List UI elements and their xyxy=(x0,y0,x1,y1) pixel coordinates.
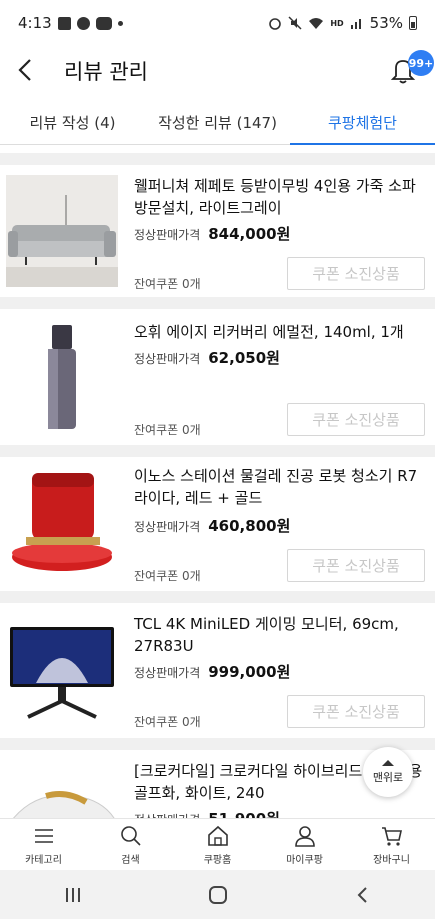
gallery-icon xyxy=(57,16,71,30)
product-card[interactable]: 웰퍼니쳐 제페토 등받이무빙 4인용 가죽 소파 방문설치, 라이트그레이 정상… xyxy=(0,165,435,297)
section-divider xyxy=(0,738,435,750)
product-image-golf-shoe xyxy=(6,760,118,818)
product-image-robot-vacuum xyxy=(6,467,118,579)
nav-label: 장바구니 xyxy=(373,854,410,866)
coupon-soldout-button[interactable]: 쿠폰 소진상품 xyxy=(287,257,425,290)
nav-label: 검색 xyxy=(121,854,140,866)
system-back-icon[interactable] xyxy=(352,884,374,906)
notification-badge: 99+ xyxy=(408,50,434,76)
nav-label: 카테고리 xyxy=(25,854,62,866)
price-row: 정상판매가격 844,000원 xyxy=(134,223,290,244)
nav-cart[interactable]: 장바구니 xyxy=(348,819,435,870)
nav-label: 쿠팡홈 xyxy=(203,854,232,866)
battery-percent: 53% xyxy=(369,14,403,32)
price-label: 정상판매가격 xyxy=(134,520,201,534)
price-label: 정상판매가격 xyxy=(134,352,201,366)
product-image-monitor xyxy=(6,613,118,725)
product-name[interactable]: 웰퍼니쳐 제페토 등받이무빙 4인용 가죽 소파 방문설치, 라이트그레이 xyxy=(134,175,426,219)
price-label: 정상판매가격 xyxy=(134,228,201,242)
price-row: 정상판매가격 62,050원 xyxy=(134,347,280,368)
product-card[interactable]: 오휘 에이지 리커버리 에멀전, 140ml, 1개 정상판매가격 62,050… xyxy=(0,309,435,445)
section-divider xyxy=(0,591,435,603)
settings-icon xyxy=(76,16,90,30)
bottom-navigation: 카테고리 검색 쿠팡홈 마이쿠팡 장바구니 xyxy=(0,818,435,870)
youtube-icon xyxy=(95,16,112,30)
signal-icon xyxy=(350,19,361,29)
mute-icon xyxy=(288,16,302,30)
remaining-coupons: 잔여쿠폰 0개 xyxy=(134,715,201,729)
app-header: 리뷰 관리 99+ xyxy=(0,46,435,94)
coupon-soldout-button[interactable]: 쿠폰 소진상품 xyxy=(287,403,425,436)
product-price: 460,800원 xyxy=(208,517,291,535)
wifi-icon xyxy=(309,18,324,29)
price-label: 정상판매가격 xyxy=(134,666,201,680)
section-divider xyxy=(0,297,435,309)
user-icon xyxy=(294,825,315,847)
home-button-icon[interactable] xyxy=(207,884,229,906)
nav-my-coupang[interactable]: 마이쿠팡 xyxy=(261,819,348,870)
price-label: 정상판매가격 xyxy=(134,811,200,818)
product-price: 62,050원 xyxy=(208,349,280,367)
system-navigation-bar xyxy=(0,870,435,919)
tab-written-reviews[interactable]: 작성한 리뷰 (147) xyxy=(145,100,290,144)
status-time: 4:13 xyxy=(18,14,52,32)
nav-search[interactable]: 검색 xyxy=(87,819,174,870)
arrow-up-icon xyxy=(382,759,394,766)
remaining-coupons: 잔여쿠폰 0개 xyxy=(134,277,201,291)
product-image-emulsion-bottle xyxy=(6,319,118,431)
nav-category[interactable]: 카테고리 xyxy=(0,819,87,870)
product-image-sofa xyxy=(6,175,118,287)
hd-voice-icon: HD xyxy=(330,18,344,28)
alarm-icon xyxy=(269,18,282,30)
section-divider xyxy=(0,153,435,165)
battery-icon xyxy=(409,16,417,30)
home-icon xyxy=(207,825,228,846)
recent-apps-icon[interactable] xyxy=(62,884,84,906)
nav-label: 마이쿠팡 xyxy=(286,854,323,866)
price-row: 정상판매가격 999,000원 xyxy=(134,661,290,682)
review-tabs: 리뷰 작성 (4) 작성한 리뷰 (147) 쿠팡체험단 xyxy=(0,100,435,145)
price-row: 정상판매가격 460,800원 xyxy=(134,515,290,536)
product-price: 844,000원 xyxy=(208,225,291,243)
section-divider xyxy=(0,445,435,457)
product-name[interactable]: TCL 4K MiniLED 게이밍 모니터, 69cm, 27R83U xyxy=(134,613,426,657)
cart-icon xyxy=(381,826,402,846)
status-left: 4:13 xyxy=(18,14,123,32)
coupon-soldout-button[interactable]: 쿠폰 소진상품 xyxy=(287,549,425,582)
tab-write-review[interactable]: 리뷰 작성 (4) xyxy=(0,100,145,144)
scroll-to-top-button[interactable]: 맨위로 xyxy=(363,747,413,797)
notification-dot-icon xyxy=(117,20,123,26)
price-row: 정상판매가격 51,900원 xyxy=(134,808,280,818)
product-price: 51,900원 xyxy=(208,808,280,818)
remaining-coupons: 잔여쿠폰 0개 xyxy=(134,569,201,583)
remaining-coupons: 잔여쿠폰 0개 xyxy=(134,423,201,437)
product-name[interactable]: 오휘 에이지 리커버리 에멀전, 140ml, 1개 xyxy=(134,321,426,343)
nav-home[interactable]: 쿠팡홈 xyxy=(174,819,261,870)
scroll-to-top-label: 맨위로 xyxy=(372,770,404,784)
status-bar: 4:13 HD 53% xyxy=(0,0,435,46)
product-card[interactable]: 이노스 스테이션 물걸레 진공 로봇 청소기 R7 라이다, 레드 + 골드 정… xyxy=(0,457,435,591)
page-title: 리뷰 관리 xyxy=(64,60,148,84)
status-right: HD 53% xyxy=(268,14,417,32)
tab-experience-group[interactable]: 쿠팡체험단 xyxy=(290,100,435,145)
product-price: 999,000원 xyxy=(208,663,291,681)
coupon-soldout-button[interactable]: 쿠폰 소진상품 xyxy=(287,695,425,728)
back-arrow-icon[interactable] xyxy=(12,54,40,86)
product-card[interactable]: TCL 4K MiniLED 게이밍 모니터, 69cm, 27R83U 정상판… xyxy=(0,603,435,738)
search-icon xyxy=(120,825,141,846)
product-name[interactable]: 이노스 스테이션 물걸레 진공 로봇 청소기 R7 라이다, 레드 + 골드 xyxy=(134,465,426,509)
menu-icon xyxy=(34,828,53,843)
